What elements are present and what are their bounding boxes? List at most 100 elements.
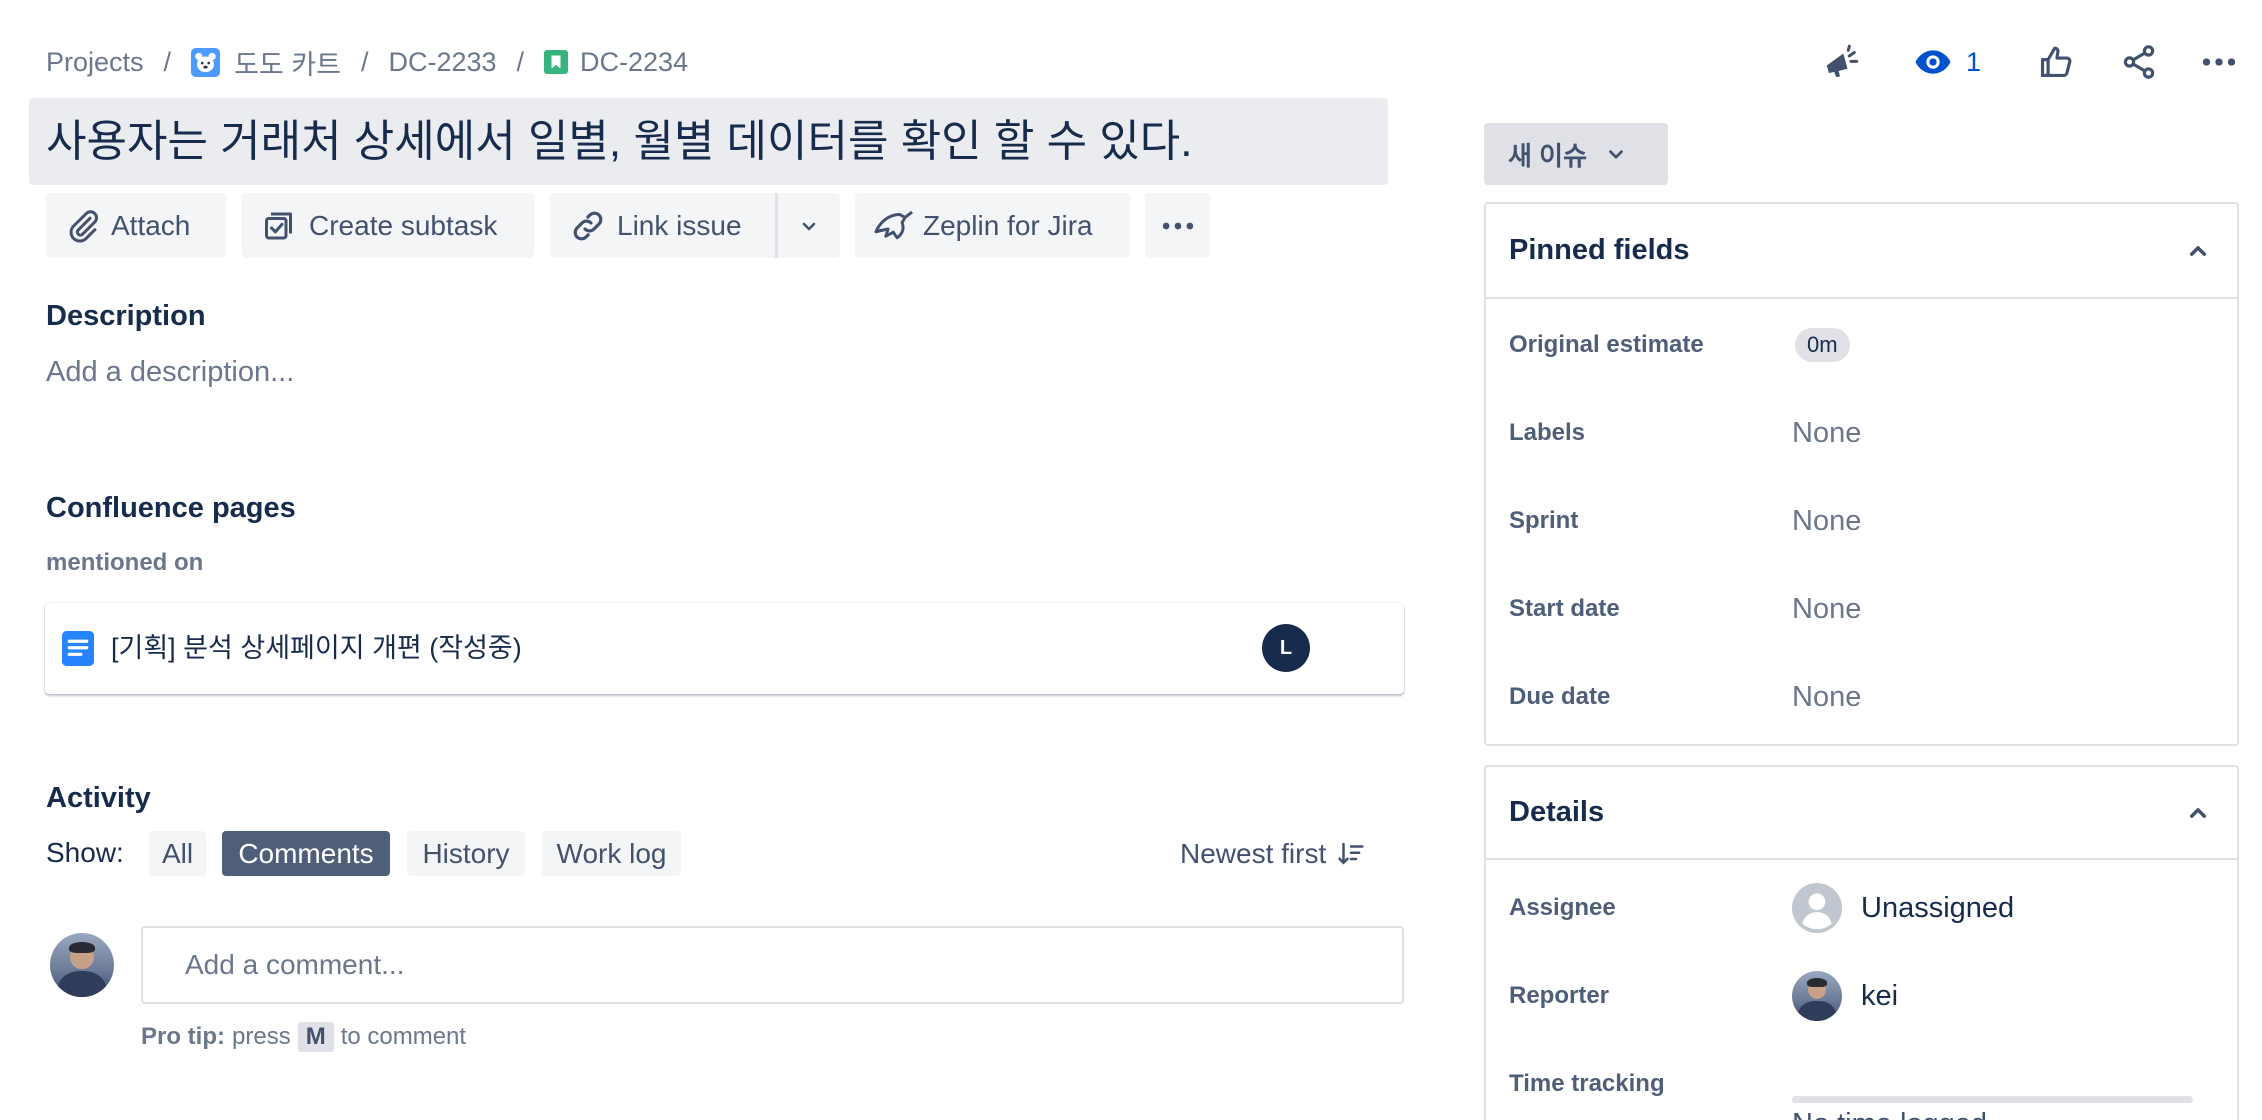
breadcrumb-separator: /	[163, 46, 172, 77]
confluence-page-icon	[62, 631, 94, 666]
sprint-value[interactable]: None	[1792, 477, 1861, 565]
confluence-subheading: mentioned on	[46, 549, 204, 576]
original-estimate-value[interactable]: 0m	[1792, 301, 1850, 389]
breadcrumb: Projects / 도도 카트 / DC-2233 / DC-2234	[46, 42, 688, 82]
chevron-up-icon	[2183, 798, 2213, 828]
description-field[interactable]: Add a description...	[46, 355, 294, 389]
zeplin-label: Zeplin for Jira	[923, 209, 1093, 241]
avatar	[1792, 971, 1842, 1021]
eye-icon[interactable]	[1913, 42, 1953, 82]
filter-history[interactable]: History	[407, 831, 525, 876]
breadcrumb-separator: /	[360, 46, 369, 77]
field-label: Reporter	[1509, 982, 1610, 1009]
create-subtask-label: Create subtask	[309, 209, 498, 241]
reporter-name: kei	[1861, 979, 1899, 1012]
field-label: Labels	[1509, 419, 1586, 446]
megaphone-icon[interactable]	[1821, 42, 1861, 82]
field-row-start-date: Start date None	[1486, 565, 2237, 653]
comment-input[interactable]: Add a comment...	[141, 926, 1404, 1004]
field-row-due-date: Due date None	[1486, 653, 2237, 741]
breadcrumb-parent-issue[interactable]: DC-2233	[388, 47, 496, 78]
pro-tip-prefix: Pro tip:	[141, 1023, 225, 1050]
breadcrumb-project-label: 도도 카트	[234, 49, 341, 80]
share-icon[interactable]	[2119, 42, 2159, 82]
assignee-name: Unassigned	[1861, 891, 2015, 924]
filter-comments[interactable]: Comments	[222, 831, 390, 876]
start-date-value[interactable]: None	[1792, 565, 1861, 653]
field-row-time-tracking[interactable]: Time tracking No time logged	[1486, 1040, 2237, 1120]
chevron-down-icon	[1605, 143, 1627, 165]
user-avatar	[50, 933, 114, 997]
pinned-fields-panel: Pinned fields Original estimate 0m Label…	[1484, 202, 2239, 746]
field-label: Due date	[1509, 683, 1611, 710]
story-icon	[544, 50, 569, 74]
link-issue-button[interactable]: Link issue	[550, 193, 775, 258]
avatar[interactable]: L	[1262, 624, 1310, 672]
reporter-value[interactable]: kei	[1792, 952, 1898, 1040]
field-row-reporter: Reporter kei	[1486, 952, 2237, 1040]
more-icon[interactable]	[2199, 42, 2239, 82]
field-row-sprint: Sprint None	[1486, 477, 2237, 565]
field-row-original-estimate: Original estimate 0m	[1486, 301, 2237, 389]
filter-all[interactable]: All	[149, 831, 206, 876]
confluence-page-card[interactable]: [기획] 분석 상세페이지 개편 (작성중) L	[45, 603, 1404, 694]
chevron-down-icon	[797, 214, 821, 238]
breadcrumb-current-issue[interactable]: DC-2234	[544, 47, 688, 78]
pro-tip-suffix: to comment	[340, 1023, 467, 1050]
breadcrumb-project[interactable]: 도도 카트	[191, 43, 341, 82]
time-tracking-value: No time logged	[1792, 1107, 1987, 1120]
issue-title-field[interactable]: 사용자는 거래처 상세에서 일별, 월별 데이터를 확인 할 수 있다.	[29, 98, 1388, 185]
time-tracking-bar	[1792, 1096, 2193, 1103]
create-subtask-button[interactable]: Create subtask	[242, 193, 534, 258]
pro-tip: Pro tip: press M to comment	[141, 1022, 466, 1052]
status-dropdown-button[interactable]: 새 이슈	[1484, 123, 1668, 185]
sort-label: Newest first	[1180, 837, 1327, 869]
issue-title: 사용자는 거래처 상세에서 일별, 월별 데이터를 확인 할 수 있다.	[46, 117, 1193, 166]
breadcrumb-projects[interactable]: Projects	[46, 47, 144, 78]
sort-icon	[1336, 839, 1366, 869]
pinned-fields-heading: Pinned fields	[1509, 234, 1690, 266]
estimate-lozenge: 0m	[1795, 328, 1850, 362]
details-heading: Details	[1509, 796, 1605, 828]
more-actions-button[interactable]	[1145, 193, 1210, 258]
link-issue-dropdown-button[interactable]	[775, 193, 840, 258]
details-header[interactable]: Details	[1486, 767, 2237, 860]
details-panel: Details Assignee Unassigned Reporter kei…	[1484, 765, 2239, 1120]
more-icon	[1159, 207, 1197, 245]
field-label: Sprint	[1509, 507, 1579, 534]
link-icon	[570, 208, 606, 244]
status-label: 새 이슈	[1508, 140, 1587, 171]
field-label: Time tracking	[1509, 1070, 1665, 1097]
due-date-value[interactable]: None	[1792, 653, 1861, 741]
breadcrumb-separator: /	[516, 46, 525, 77]
activity-heading: Activity	[46, 782, 151, 814]
attach-button[interactable]: Attach	[46, 193, 226, 258]
confluence-page-title: [기획] 분석 상세페이지 개편 (작성중)	[111, 633, 522, 663]
filter-work-log[interactable]: Work log	[542, 831, 681, 876]
project-avatar-icon	[191, 47, 221, 77]
field-label: Start date	[1509, 595, 1620, 622]
chevron-up-icon	[2183, 236, 2213, 266]
confluence-heading: Confluence pages	[46, 492, 296, 524]
attach-label: Attach	[111, 209, 191, 241]
field-row-labels: Labels None	[1486, 389, 2237, 477]
sort-order-button[interactable]: Newest first	[1180, 831, 1366, 876]
assignee-value[interactable]: Unassigned	[1792, 864, 2014, 952]
zeplin-icon	[871, 206, 917, 246]
pinned-fields-header[interactable]: Pinned fields	[1486, 204, 2237, 299]
description-heading: Description	[46, 300, 206, 332]
paperclip-icon	[66, 209, 100, 243]
field-label: Assignee	[1509, 894, 1616, 921]
show-label: Show:	[46, 837, 124, 868]
breadcrumb-current-issue-label: DC-2234	[580, 46, 689, 77]
zeplin-for-jira-button[interactable]: Zeplin for Jira	[855, 193, 1130, 258]
watch-count[interactable]: 1	[1966, 42, 1981, 82]
keyboard-shortcut-key: M	[297, 1022, 334, 1052]
subtask-icon	[262, 208, 298, 244]
link-issue-label: Link issue	[617, 209, 742, 241]
default-avatar-icon	[1792, 883, 1842, 933]
field-row-assignee: Assignee Unassigned	[1486, 864, 2237, 952]
thumbs-up-icon[interactable]	[2036, 42, 2076, 82]
field-label: Original estimate	[1509, 331, 1704, 358]
labels-value[interactable]: None	[1792, 389, 1861, 477]
